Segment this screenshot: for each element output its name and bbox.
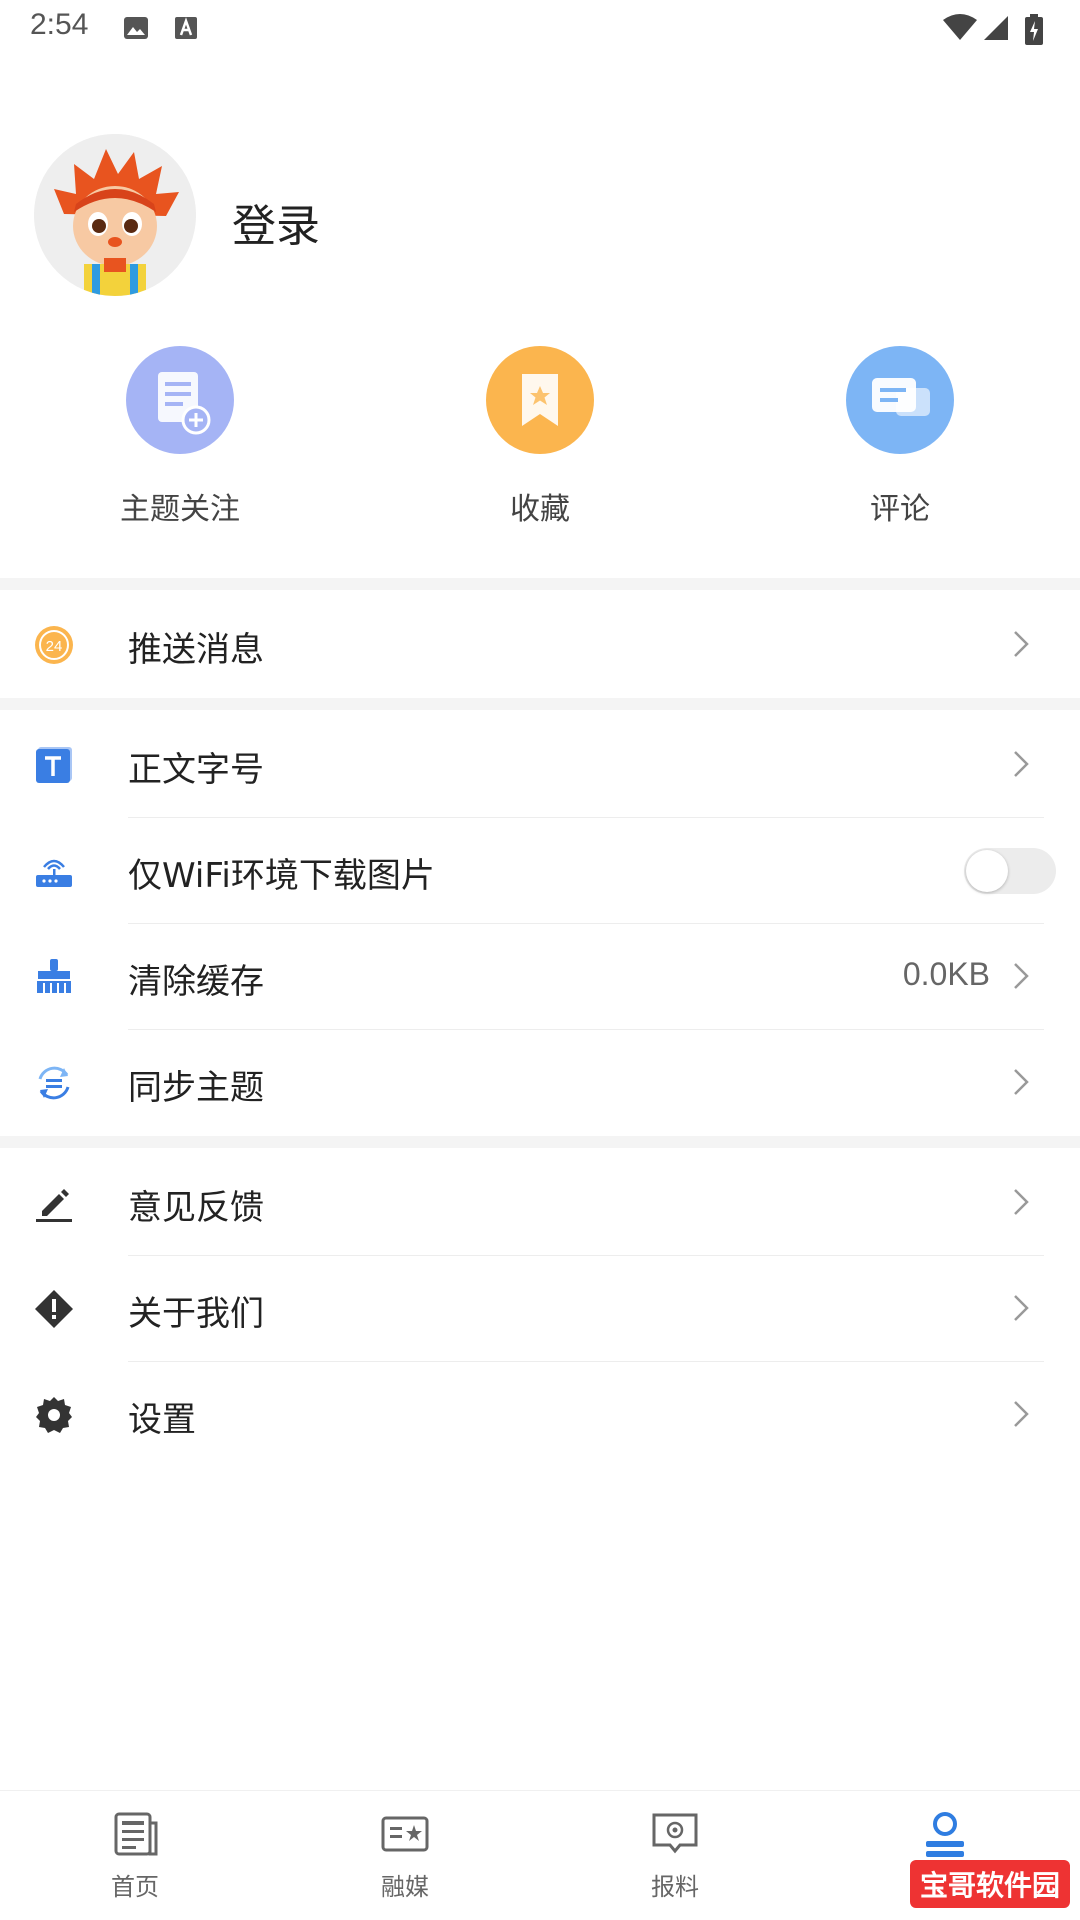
menu-push[interactable]: 24 推送消息 <box>0 592 1080 698</box>
signal-icon <box>982 14 1010 46</box>
battery-charging-icon <box>1024 14 1044 50</box>
menu-settings[interactable]: 设置 <box>0 1362 1080 1468</box>
menu-sync-topics[interactable]: 同步主题 <box>0 1030 1080 1136</box>
router-icon <box>34 851 74 891</box>
menu-about[interactable]: 关于我们 <box>0 1256 1080 1362</box>
wifi-icon <box>942 14 978 46</box>
quick-topic-follow-label: 主题关注 <box>120 492 240 527</box>
nav-media-label: 融媒 <box>381 1873 429 1901</box>
chevron-right-icon <box>1006 1290 1036 1326</box>
pencil-icon <box>34 1183 74 1223</box>
section-divider <box>0 1136 1080 1148</box>
media-icon <box>381 1816 429 1852</box>
menu-sync-topics-label: 同步主题 <box>128 1068 264 1108</box>
sync-icon <box>34 1063 74 1103</box>
chevron-right-icon <box>1006 626 1036 662</box>
menu-about-label: 关于我们 <box>128 1294 264 1334</box>
quick-comment-label: 评论 <box>870 492 930 527</box>
menu-push-label: 推送消息 <box>128 630 264 670</box>
chevron-right-icon <box>1006 1396 1036 1432</box>
topic-follow-icon <box>126 346 234 454</box>
home-news-icon <box>114 1812 158 1856</box>
menu-font-size[interactable]: 正文字号 <box>0 712 1080 818</box>
menu-wifi-images[interactable]: 仅WiFi环境下载图片 <box>0 818 1080 924</box>
info-diamond-icon <box>34 1289 74 1329</box>
text-size-icon <box>34 745 74 785</box>
comment-icon <box>846 346 954 454</box>
watermark: 宝哥软件园 <box>909 1860 1070 1908</box>
section-divider <box>0 578 1080 590</box>
cache-size-value: 0.0KB <box>902 956 990 992</box>
menu-clear-cache[interactable]: 清除缓存 0.0KB <box>0 924 1080 1030</box>
nav-home[interactable]: 首页 <box>35 1809 235 1902</box>
avatar[interactable] <box>34 134 196 296</box>
user-icon <box>926 1812 964 1857</box>
chevron-right-icon <box>1006 958 1036 994</box>
nav-home-label: 首页 <box>111 1873 159 1901</box>
menu-feedback[interactable]: 意见反馈 <box>0 1150 1080 1256</box>
bookmark-icon <box>486 346 594 454</box>
nav-report[interactable]: 报料 <box>575 1809 775 1902</box>
chevron-right-icon <box>1006 746 1036 782</box>
quick-topic-follow[interactable]: 主题关注 <box>60 346 300 528</box>
menu-font-size-label: 正文字号 <box>128 750 264 790</box>
menu-wifi-images-label: 仅WiFi环境下载图片 <box>128 856 435 896</box>
quick-bookmark[interactable]: 收藏 <box>420 346 660 528</box>
wifi-images-toggle[interactable] <box>964 848 1056 894</box>
image-icon <box>122 14 150 46</box>
chevron-right-icon <box>1006 1184 1036 1220</box>
svg-text:24: 24 <box>46 638 63 655</box>
broom-icon <box>34 957 74 997</box>
nav-media[interactable]: 融媒 <box>305 1809 505 1902</box>
menu-feedback-label: 意见反馈 <box>128 1188 264 1228</box>
push-24-icon: 24 <box>34 625 74 665</box>
keyboard-a-icon <box>172 14 200 46</box>
quick-comment[interactable]: 评论 <box>780 346 1020 528</box>
section-divider <box>0 698 1080 710</box>
quick-bookmark-label: 收藏 <box>510 492 570 527</box>
menu-settings-label: 设置 <box>128 1400 196 1440</box>
gear-icon <box>34 1395 74 1435</box>
login-label[interactable]: 登录 <box>232 190 320 254</box>
chevron-right-icon <box>1006 1064 1036 1100</box>
status-time: 2:54 <box>30 8 89 41</box>
nav-report-label: 报料 <box>651 1873 699 1901</box>
status-bar: 2:54 <box>0 0 1080 56</box>
menu-clear-cache-label: 清除缓存 <box>128 962 264 1002</box>
report-icon <box>652 1813 698 1854</box>
mascot-avatar-icon <box>34 134 196 296</box>
toggle-knob <box>966 850 1008 892</box>
